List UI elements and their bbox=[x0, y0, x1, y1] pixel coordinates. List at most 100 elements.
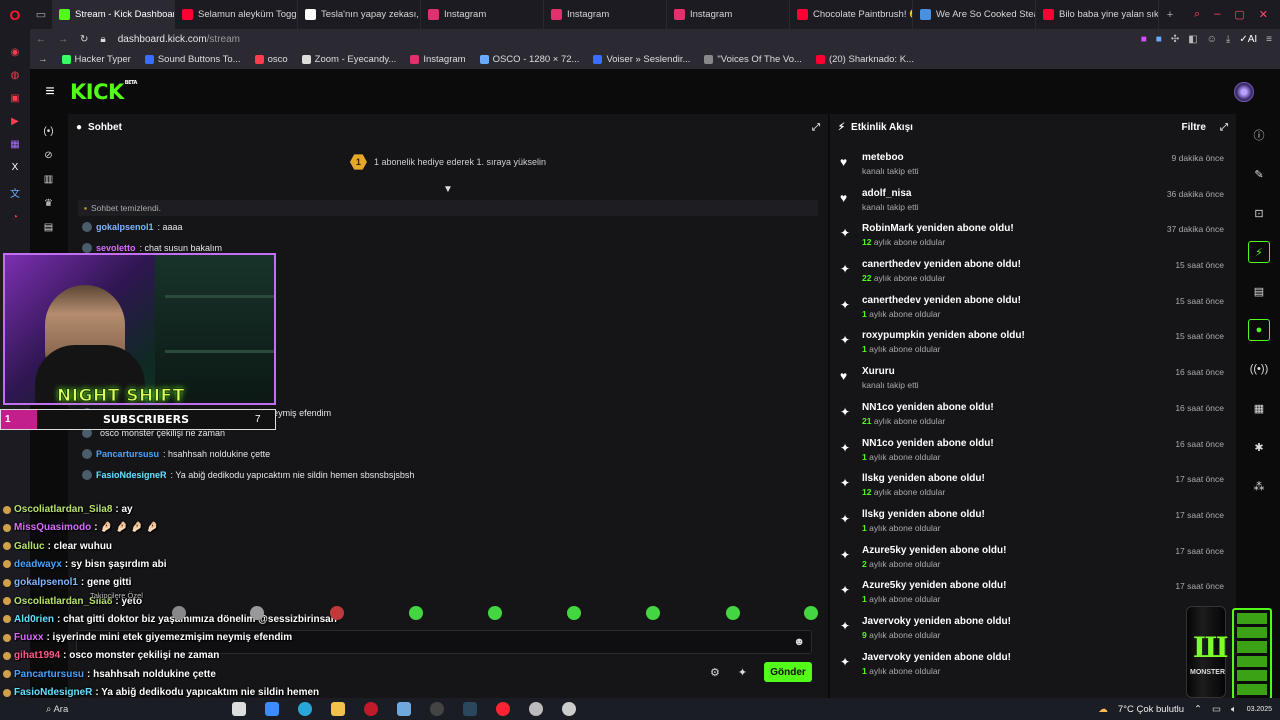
edge-icon[interactable] bbox=[298, 702, 312, 716]
activity-item[interactable]: ✦ RobinMark yeniden abone oldu! 12 aylık a… bbox=[840, 221, 1226, 257]
link-icon[interactable]: ⊘ bbox=[44, 150, 52, 161]
bookmark-item[interactable]: Zoom - Eyecandy... bbox=[301, 54, 396, 65]
activity-item[interactable]: ✦ canerthedev yeniden abone oldu! 1 aylık … bbox=[840, 293, 1226, 329]
weather-text[interactable]: 7°C Çok bulutlu bbox=[1118, 704, 1184, 715]
browser-tab[interactable]: We Are So Cooked Steam bbox=[913, 0, 1036, 29]
download-icon[interactable]: ⤓ bbox=[1226, 34, 1230, 45]
translate-icon[interactable]: 文 bbox=[10, 185, 20, 200]
trophy-icon[interactable]: ♛ bbox=[44, 198, 53, 209]
explorer-icon[interactable] bbox=[331, 702, 345, 716]
bookmark-arrow-icon[interactable]: → bbox=[38, 54, 48, 65]
network-icon[interactable]: ▭ bbox=[1212, 704, 1221, 715]
activity-item[interactable]: ✦ Javervoky yeniden abone oldu! 1 aylık ab… bbox=[840, 650, 1226, 686]
activity-item[interactable]: ✦ Azure5ky yeniden abone oldu! 1 aylık abo… bbox=[840, 578, 1226, 614]
bookmark-item[interactable]: Instagram bbox=[410, 54, 466, 65]
activity-item[interactable]: ♥ adolf_nisa kanalı takip etti 36 dakika ön… bbox=[840, 186, 1226, 222]
bookmark-item[interactable]: Voiser » Seslendir... bbox=[593, 54, 690, 65]
bookmark-item[interactable]: Sound Buttons To... bbox=[144, 54, 241, 65]
date-text[interactable]: 03.2025 bbox=[1247, 706, 1272, 713]
emote-icon[interactable] bbox=[250, 606, 264, 620]
popout-icon[interactable]: ⤢ bbox=[1220, 122, 1228, 133]
tray-arrow-icon[interactable]: ⌃ bbox=[1194, 704, 1202, 715]
activity-item[interactable]: ✦ NN1co yeniden abone oldu! 1 aylık abone … bbox=[840, 436, 1226, 472]
browser-tab[interactable]: Instagram bbox=[667, 0, 790, 29]
chat-username[interactable]: sevoletto bbox=[96, 243, 136, 253]
kick-logo[interactable]: KICKBETA bbox=[70, 80, 137, 104]
messenger-icon[interactable]: ◍ bbox=[11, 70, 20, 81]
info-icon[interactable]: ⓘ bbox=[1248, 124, 1270, 146]
send-button[interactable]: Gönder bbox=[764, 662, 812, 682]
volume-icon[interactable]: 🔈︎ bbox=[1231, 704, 1237, 715]
maximize-button[interactable]: ▢ bbox=[1234, 8, 1244, 21]
new-tab-button[interactable]: + bbox=[1159, 0, 1181, 29]
obs-icon[interactable] bbox=[430, 702, 444, 716]
speed-dial-icon[interactable]: ◉ bbox=[11, 47, 20, 58]
emote-icon[interactable] bbox=[567, 606, 581, 620]
activity-item[interactable]: ✦ llskg yeniden abone oldu! 12 aylık abone… bbox=[840, 471, 1226, 507]
emote-icon[interactable] bbox=[646, 606, 660, 620]
chat-message[interactable]: gokalpsenol1: aaaa bbox=[82, 222, 183, 232]
media-icon[interactable]: ▤ bbox=[44, 222, 53, 233]
layout-icon[interactable]: ▦ bbox=[1248, 397, 1270, 419]
menu-icon[interactable]: ≡ bbox=[1266, 34, 1272, 45]
ai-button[interactable]: ✓AI bbox=[1239, 34, 1257, 45]
browser-tab[interactable]: Chocolate Paintbrush! 😋 bbox=[790, 0, 913, 29]
record-icon[interactable]: ⊡ bbox=[1248, 202, 1270, 224]
twitch-icon[interactable]: ▦ bbox=[10, 139, 19, 150]
chat-message[interactable]: sevoletto: chat susun bakalım bbox=[82, 243, 222, 253]
bookmark-item[interactable]: Hacker Typer bbox=[61, 54, 131, 65]
chat-toggle-icon[interactable]: ● bbox=[1248, 319, 1270, 341]
edit-icon[interactable]: ✎ bbox=[1248, 163, 1270, 185]
analytics-icon[interactable]: ▥ bbox=[44, 174, 53, 185]
emote-icon[interactable] bbox=[726, 606, 740, 620]
browser-tab[interactable]: Stream - Kick Dashboard✕ bbox=[52, 0, 175, 29]
stream-icon[interactable]: (•) bbox=[43, 126, 53, 137]
opera-gx-icon[interactable] bbox=[496, 702, 510, 716]
history-icon[interactable]: ◔ bbox=[12, 212, 18, 223]
pinned-collapse-icon[interactable]: ▼ bbox=[443, 184, 453, 195]
share-icon[interactable]: ⁂ bbox=[1248, 475, 1270, 497]
reload-icon[interactable]: ↻ bbox=[80, 34, 88, 45]
emote-icon[interactable] bbox=[409, 606, 423, 620]
wrench-icon[interactable]: ✱ bbox=[1248, 436, 1270, 458]
popout-icon[interactable]: ⤢ bbox=[812, 122, 820, 133]
hamburger-menu-icon[interactable]: ≡ bbox=[30, 83, 70, 101]
opera-task-icon[interactable] bbox=[364, 702, 378, 716]
emoji-icon[interactable]: ☻ bbox=[793, 636, 805, 648]
browser-tab[interactable]: Tesla'nın yapay zekası, Y bbox=[298, 0, 421, 29]
avatar[interactable] bbox=[1234, 81, 1254, 102]
browser-tab[interactable]: Instagram bbox=[421, 0, 544, 29]
settings-gear-icon[interactable]: ⚙ bbox=[710, 666, 720, 679]
app-icon[interactable] bbox=[397, 702, 411, 716]
activity-item[interactable]: ♥ meteboo kanalı takip etti 9 dakika önce bbox=[840, 150, 1226, 186]
minimize-button[interactable]: – bbox=[1214, 8, 1220, 21]
browser-tab[interactable]: Selamun aleyküm Togg bbox=[175, 0, 298, 29]
activity-item[interactable]: ✦ Javervoky yeniden abone oldu! 9 aylık ab… bbox=[840, 614, 1226, 650]
profile-icon[interactable]: ☺ bbox=[1207, 34, 1217, 45]
broadcast-icon[interactable]: ((•)) bbox=[1248, 358, 1270, 380]
bookmark-item[interactable]: OSCO - 1280 × 72... bbox=[479, 54, 579, 65]
filter-button[interactable]: Filtre bbox=[1182, 122, 1206, 133]
steam-icon[interactable] bbox=[463, 702, 477, 716]
browser-tab[interactable]: Instagram bbox=[544, 0, 667, 29]
extension-kick-icon[interactable]: ■ bbox=[1141, 34, 1147, 45]
activity-item[interactable]: ♥ Xururu kanalı takip etti 16 saat önce bbox=[840, 364, 1226, 400]
emote-icon[interactable] bbox=[172, 606, 186, 620]
chat-username[interactable]: FasioNdesigneR bbox=[96, 470, 167, 480]
close-button[interactable]: ✕ bbox=[1259, 8, 1268, 21]
bag-icon[interactable]: ◧ bbox=[1188, 34, 1197, 45]
url-field[interactable]: dashboard.kick.com/stream bbox=[118, 34, 240, 45]
search-tabs-icon[interactable]: ⌕ bbox=[1194, 8, 1200, 21]
extension-icon[interactable]: ■ bbox=[1156, 34, 1162, 45]
activity-item[interactable]: ✦ canerthedev yeniden abone oldu! 22 aylık… bbox=[840, 257, 1226, 293]
back-icon[interactable]: ← bbox=[36, 34, 46, 45]
bookmark-item[interactable]: osco bbox=[254, 54, 288, 65]
browser-tab[interactable]: Bilo baba yine yalan sıky bbox=[1036, 0, 1159, 29]
task-view-icon[interactable] bbox=[232, 702, 246, 716]
chat-message[interactable]: FasioNdesigneR: Ya abiğ dedikodu yapıcak… bbox=[82, 470, 414, 480]
puzzle-icon[interactable]: ✣ bbox=[1171, 34, 1179, 45]
activity-item[interactable]: ✦ llskg yeniden abone oldu! 1 aylık abone … bbox=[840, 507, 1226, 543]
clipboard-icon[interactable]: ▤ bbox=[1248, 280, 1270, 302]
app3-icon[interactable] bbox=[562, 702, 576, 716]
forward-icon[interactable]: → bbox=[58, 34, 68, 45]
